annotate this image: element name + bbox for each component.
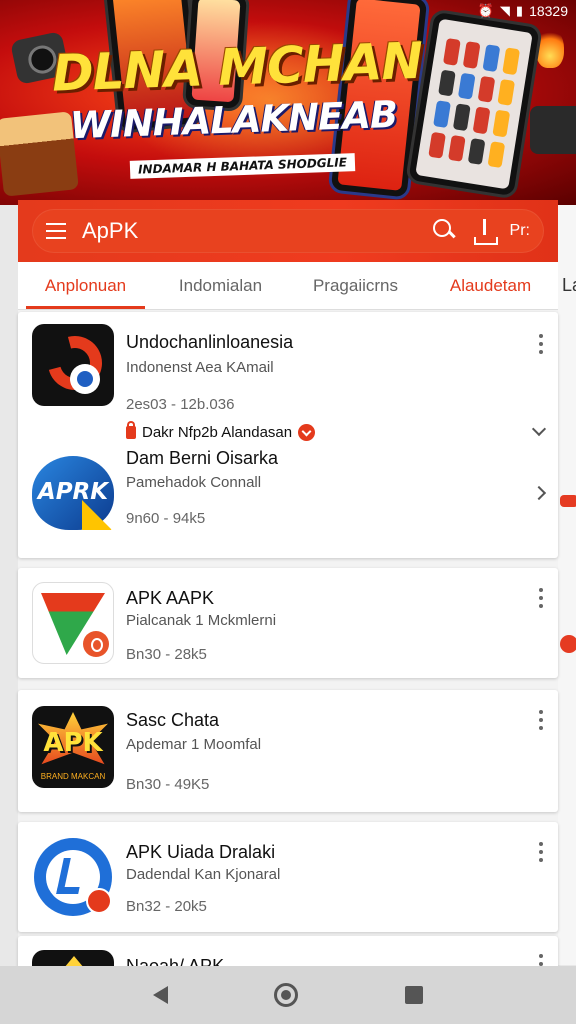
phone-call-icon[interactable] [32,324,114,406]
app-developer: Dadendal Kan Kjonaral [126,866,281,883]
apk-shield-icon[interactable]: APRK [32,452,114,534]
download-icon[interactable] [473,219,498,245]
chevron-right-icon[interactable] [531,485,547,501]
app-list-item[interactable]: APRK Dam Berni Oisarka Pamehadok Connall… [18,440,558,552]
arrow-circle-icon[interactable] [32,836,114,918]
app-list-item[interactable]: Undochanlinloanesia Indonenst Aea KAmail… [18,312,558,441]
system-nav-bar [0,966,576,1024]
app-tag-label: Dakr Nfp2b Alandasan [142,424,293,441]
app-name: APK AAPK [126,588,215,608]
signal-icon: ▮ [515,3,524,18]
category-tabs: Anplonuan Indomialan Pragaiicrns Alaudet… [18,262,558,310]
tab-pragaiicrns[interactable]: Pragaiicrns [288,262,423,309]
more-options-icon[interactable] [536,588,546,608]
app-developer: Apdemar 1 Moomfal [126,736,262,753]
tab-alaudetam[interactable]: Alaudetam [423,262,558,309]
background-app: La [558,205,576,965]
apk-store-panel: ApPK Pr: Anplonuan Indomialan Pragaiicrn… [18,200,558,976]
chevron-down-icon[interactable] [531,421,547,437]
app-meta: 9n60 - 94k5 [126,510,206,527]
home-icon[interactable] [274,983,299,1007]
cake-image [0,111,79,197]
app-name: APK Uiada Dralaki [126,842,276,862]
status-bar: ⏰ ◥ ▮ 18329 [0,0,576,22]
gadget-image [530,106,576,154]
app-developer: Pialcanak 1 Mckmlerni [126,612,277,629]
app-name: Undochanlinloanesia [126,332,294,352]
profile-label[interactable]: Pr: [510,222,530,240]
promo-banner[interactable]: DLNA MCHAN WINHALAKNEAB INDAMAR H BAHATA… [0,0,576,205]
app-meta: Bn30 - 49K5 [126,776,210,793]
app-meta: 2es03 - 12b.036 [126,396,235,413]
search-query[interactable]: ApPK [82,218,430,244]
wifi-icon: ◥ [499,3,510,18]
app-card: APK AAPK Pialcanak 1 Mckmlerni Bn30 - 28… [18,568,558,678]
app-developer: Indonenst Aea KAmail [126,359,274,376]
app-bar: ApPK Pr: [18,200,558,262]
app-name: Sasc Chata [126,710,220,730]
app-meta: Bn30 - 28k5 [126,646,207,663]
more-options-icon[interactable] [536,334,546,354]
background-badge [560,495,576,507]
lock-icon [126,421,136,439]
app-meta: Bn32 - 20k5 [126,898,207,915]
search-bar[interactable]: ApPK Pr: [32,209,544,253]
app-list-item[interactable]: APK AAPK Pialcanak 1 Mckmlerni Bn30 - 28… [18,568,558,680]
icon-text: APRK [37,479,109,505]
tab-indomialan[interactable]: Indomialan [153,262,288,309]
alarm-icon: ⏰ [477,3,494,18]
back-icon[interactable] [153,986,169,1004]
background-tab-label: La [562,275,576,295]
app-tag: Dakr Nfp2b Alandasan [126,421,316,441]
app-list-item[interactable]: APK Uiada Dralaki Dadendal Kan Kjonaral … [18,822,558,934]
app-card: APK BRAND MAKCAN Sasc Chata Apdemar 1 Mo… [18,690,558,812]
more-options-icon[interactable] [536,710,546,730]
icon-badge [86,888,112,914]
icon-subtext: BRAND MAKCAN [40,772,106,781]
tab-anplonuan[interactable]: Anplonuan [18,262,153,309]
recent-apps-icon[interactable] [404,986,423,1004]
map-pin-icon[interactable] [32,582,114,664]
app-developer: Pamehadok Connall [126,474,262,491]
menu-icon[interactable] [46,223,66,239]
icon-text: APK [43,728,103,758]
verified-badge-icon [298,424,316,441]
app-name: Dam Berni Oisarka [126,448,279,468]
search-icon[interactable] [430,216,460,246]
app-list-item[interactable]: APK BRAND MAKCAN Sasc Chata Apdemar 1 Mo… [18,690,558,802]
background-badge [560,635,576,653]
more-options-icon[interactable] [536,842,546,862]
apk-star-icon[interactable]: APK BRAND MAKCAN [32,706,114,788]
status-time: 18329 [529,3,568,19]
app-card: Undochanlinloanesia Indonenst Aea KAmail… [18,312,558,558]
app-card: APK Uiada Dralaki Dadendal Kan Kjonaral … [18,822,558,932]
